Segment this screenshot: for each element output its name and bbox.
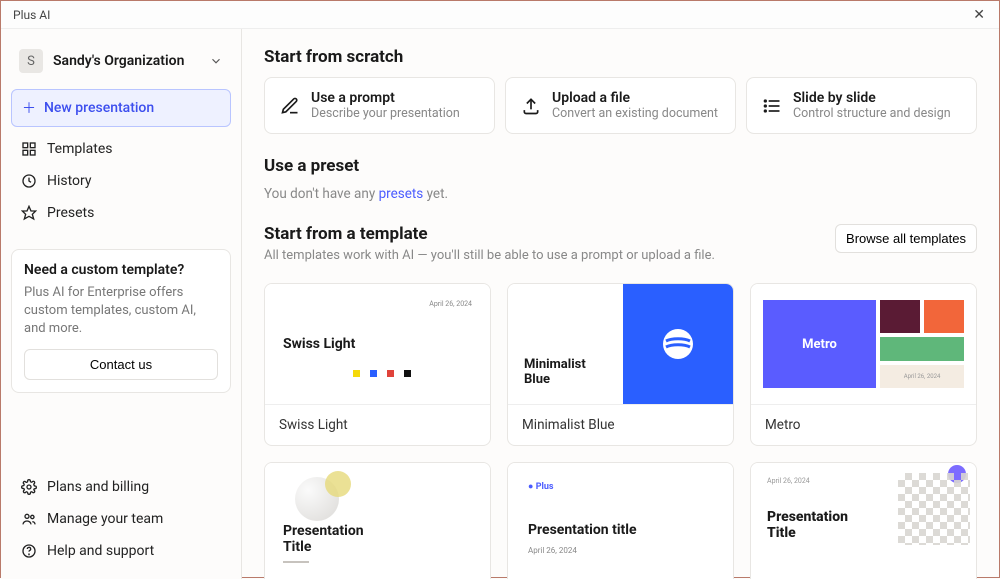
gear-icon	[21, 479, 37, 495]
templates-sub: All templates work with AI — you'll stil…	[264, 248, 715, 263]
template-swiss-light[interactable]: April 26, 2024 Swiss Light Swiss Light	[264, 283, 491, 446]
custom-template-card: Need a custom template? Plus AI for Ente…	[11, 249, 231, 393]
nav-templates[interactable]: Templates	[11, 133, 231, 165]
template-preview: Minimalist Blue	[508, 284, 733, 404]
template-label: Metro	[751, 404, 976, 445]
nav-label: Templates	[47, 141, 113, 157]
nav-help[interactable]: Help and support	[11, 535, 231, 567]
scratch-slide-by-slide[interactable]: Slide by slide Control structure and des…	[746, 77, 977, 134]
template-preview: ● Plus Presentation title April 26, 2024	[508, 463, 733, 579]
nav-label: Manage your team	[47, 511, 163, 527]
chevron-down-icon	[209, 54, 223, 68]
template-metro[interactable]: Metro April 26, 2024 Metro	[750, 283, 977, 446]
scratch-card-desc: Convert an existing document	[552, 106, 718, 121]
new-presentation-label: New presentation	[44, 100, 154, 116]
contact-us-button[interactable]: Contact us	[24, 349, 218, 380]
template-label: Minimalist Blue	[508, 404, 733, 445]
new-presentation-button[interactable]: ＋ New presentation	[11, 89, 231, 127]
template-preview: April 26, 2024 Swiss Light	[265, 284, 490, 404]
card-title: Need a custom template?	[24, 262, 218, 278]
edit-icon	[279, 95, 301, 117]
scratch-title: Start from scratch	[264, 47, 977, 67]
preset-title: Use a preset	[264, 156, 977, 176]
sidebar: S Sandy's Organization ＋ New presentatio…	[1, 29, 242, 579]
template-minimalist-blue[interactable]: Minimalist Blue Minimalist Blue	[507, 283, 734, 446]
nav-billing[interactable]: Plans and billing	[11, 471, 231, 503]
nav-label: Plans and billing	[47, 479, 149, 495]
template-preview: Metro April 26, 2024	[751, 284, 976, 404]
main-content: Start from scratch Use a prompt Describe…	[242, 29, 999, 579]
scratch-use-prompt[interactable]: Use a prompt Describe your presentation	[264, 77, 495, 134]
browse-templates-button[interactable]: Browse all templates	[835, 224, 977, 253]
scratch-card-title: Slide by slide	[793, 90, 951, 106]
nav-history[interactable]: History	[11, 165, 231, 197]
templates-icon	[21, 141, 37, 157]
scratch-card-desc: Control structure and design	[793, 106, 951, 121]
nav-team[interactable]: Manage your team	[11, 503, 231, 535]
team-icon	[21, 511, 37, 527]
card-body: Plus AI for Enterprise offers custom tem…	[24, 284, 218, 339]
help-icon	[21, 543, 37, 559]
nav-label: Presets	[47, 205, 94, 221]
template-preview: Presentation Title	[265, 463, 490, 579]
presets-link[interactable]: presets	[379, 186, 424, 202]
close-icon[interactable]: ✕	[967, 5, 991, 25]
template-modernist-professional[interactable]: April 26, 2024 Presentation Title Modern…	[750, 462, 977, 579]
nav-presets[interactable]: Presets	[11, 197, 231, 229]
plus-icon: ＋	[22, 98, 36, 118]
template-minimalist-light[interactable]: Presentation Title Minimalist Light	[264, 462, 491, 579]
history-icon	[21, 173, 37, 189]
nav-label: History	[47, 173, 92, 189]
org-name: Sandy's Organization	[53, 53, 184, 69]
scratch-upload-file[interactable]: Upload a file Convert an existing docume…	[505, 77, 736, 134]
upload-icon	[520, 95, 542, 117]
preset-empty-message: You don't have any presets yet.	[264, 186, 977, 202]
scratch-card-desc: Describe your presentation	[311, 106, 460, 121]
template-label: Swiss Light	[265, 404, 490, 445]
scratch-card-title: Use a prompt	[311, 90, 460, 106]
nav-label: Help and support	[47, 543, 154, 559]
templates-title: Start from a template	[264, 224, 715, 244]
star-icon	[21, 205, 37, 221]
org-switcher[interactable]: S Sandy's Organization	[11, 43, 231, 79]
window-title: Plus AI	[13, 8, 50, 22]
template-preview: April 26, 2024 Presentation Title	[751, 463, 976, 579]
org-avatar: S	[19, 49, 43, 73]
list-icon	[761, 95, 783, 117]
template-plus-default[interactable]: ● Plus Presentation title April 26, 2024…	[507, 462, 734, 579]
scratch-card-title: Upload a file	[552, 90, 718, 106]
titlebar: Plus AI ✕	[1, 1, 999, 29]
